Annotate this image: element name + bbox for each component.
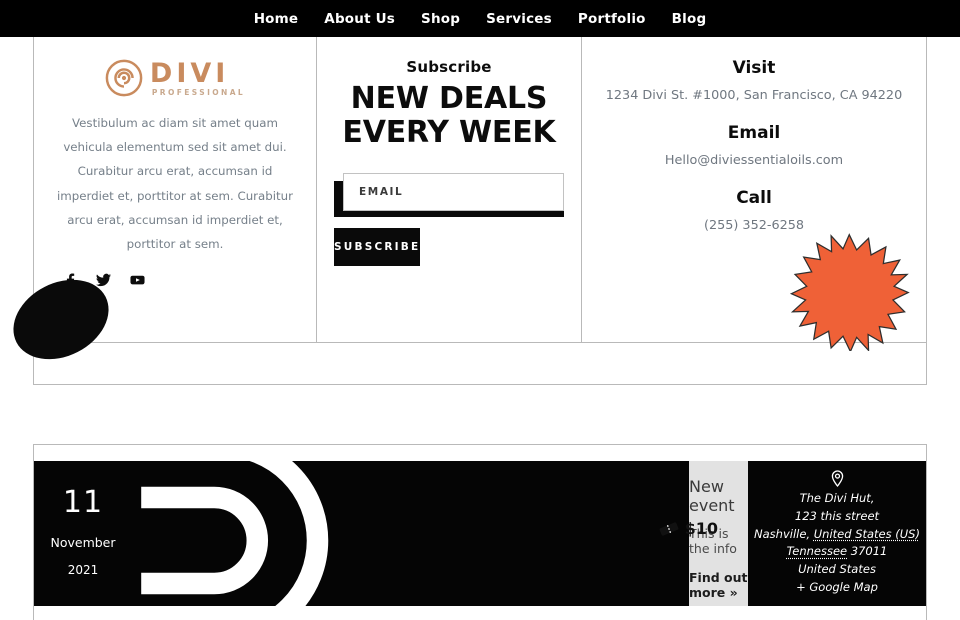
find-out-more-link[interactable]: Find out more » (689, 570, 748, 600)
subscribe-headline-line1: NEW DEALS (350, 81, 548, 116)
event-price-group: $10 (659, 519, 718, 538)
call-heading: Call (736, 188, 772, 208)
event-info: New event This is the info Find out more… (659, 461, 748, 606)
event-date: 11 November 2021 (34, 461, 132, 606)
venue-state: Tennessee (786, 544, 848, 559)
email-input-group: EMAIL (334, 173, 564, 218)
venue-city-country: Nashville, United States (US) (748, 526, 926, 544)
top-navigation: Home About Us Shop Services Portfolio Bl… (0, 0, 960, 37)
about-text: Vestibulum ac diam sit amet quam vehicul… (57, 116, 293, 251)
nav-item-home[interactable]: Home (254, 11, 299, 27)
events-section: 11 November 2021 New event This is the i… (33, 444, 927, 620)
event-price: $10 (684, 519, 718, 538)
nav-item-portfolio[interactable]: Portfolio (578, 11, 646, 27)
event-title: New event (689, 477, 735, 515)
email-heading: Email (727, 123, 781, 143)
event-row: 11 November 2021 New event This is the i… (34, 461, 926, 606)
nav-item-shop[interactable]: Shop (421, 11, 460, 27)
subscribe-kicker: Subscribe (406, 58, 492, 76)
venue-street: 123 this street (794, 508, 880, 523)
starburst-icon (789, 233, 910, 351)
ticket-icon (659, 521, 678, 536)
subscribe-button-label: SUBSCRIBE (334, 241, 421, 254)
divi-spiral-icon (105, 59, 143, 97)
email-address[interactable]: Hello@diviessentialoils.com (592, 153, 916, 168)
footer-column-contact: Visit 1234 Divi St. #1000, San Francisco… (582, 37, 926, 351)
brand-logo[interactable]: DIVI PROFESSIONAL (52, 59, 298, 97)
events-top-spacer (34, 445, 926, 461)
venue-city: Nashville, (754, 526, 811, 541)
divi-d-logo-icon (141, 461, 329, 606)
venue-country-paren: United States (US) (813, 526, 920, 541)
email-input[interactable]: EMAIL (343, 173, 564, 212)
event-image: 11 November 2021 (34, 461, 689, 606)
address-text: 1234 Divi St. #1000, San Francisco, CA 9… (605, 88, 903, 103)
venue-state-zip: Tennessee 37011 (748, 543, 926, 561)
map-pin-icon (831, 470, 843, 487)
footer-section: DIVI PROFESSIONAL Vestibulum ac diam sit… (0, 37, 927, 385)
social-links (62, 272, 298, 288)
events-bottom-row (34, 606, 926, 620)
brand-name: DIVI (149, 57, 230, 89)
nav-item-blog[interactable]: Blog (672, 11, 707, 27)
nav-item-about-us[interactable]: About Us (324, 11, 395, 27)
visit-heading: Visit (732, 58, 776, 78)
subscribe-headline-line2: EVERY WEEK (342, 114, 556, 150)
email-placeholder: EMAIL (359, 186, 404, 199)
event-venue: The Divi Hut, 123 this street Nashville,… (748, 461, 926, 606)
venue-country: United States (798, 562, 876, 577)
footer-column-subscribe: Subscribe NEW DEALS EVERY WEEK EMAIL SUB… (317, 37, 582, 342)
brand-tagline: PROFESSIONAL (151, 87, 246, 97)
google-map-link[interactable]: + Google Map (748, 579, 926, 597)
youtube-icon[interactable] (130, 272, 145, 288)
venue-zip: 37011 (850, 544, 888, 559)
venue-name: The Divi Hut, (799, 491, 875, 505)
event-year: 2021 (67, 563, 99, 577)
subscribe-button[interactable]: SUBSCRIBE (334, 228, 421, 267)
twitter-icon[interactable] (96, 272, 111, 288)
event-month: November (50, 535, 116, 550)
event-day: 11 (62, 485, 104, 520)
footer-columns: DIVI PROFESSIONAL Vestibulum ac diam sit… (0, 37, 926, 375)
footer-column-brand: DIVI PROFESSIONAL Vestibulum ac diam sit… (0, 37, 317, 375)
nav-item-services[interactable]: Services (486, 11, 552, 27)
